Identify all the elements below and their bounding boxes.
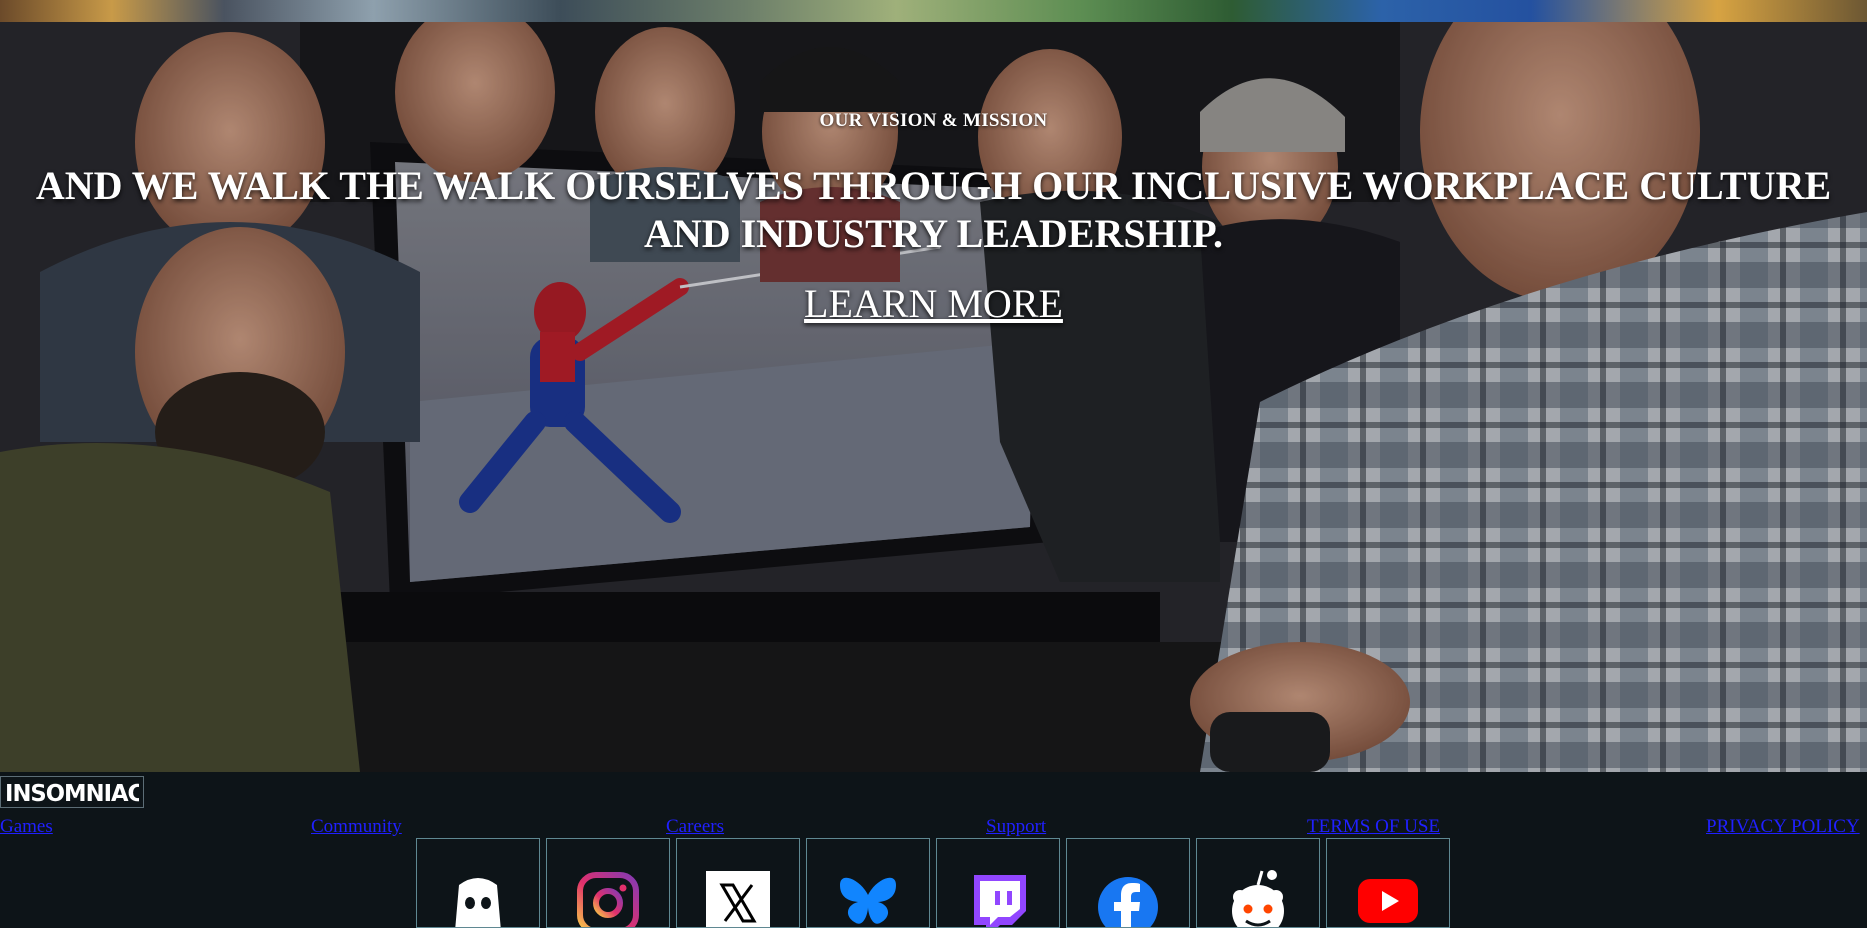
- hero-eyebrow: OUR VISION & MISSION: [819, 110, 1048, 131]
- facebook-icon: [1098, 877, 1158, 927]
- discord-link[interactable]: [416, 838, 540, 928]
- vision-mission-hero: OUR VISION & MISSION AND WE WALK THE WAL…: [0, 22, 1867, 772]
- previous-section-image-strip: [0, 0, 1867, 22]
- youtube-link[interactable]: [1326, 838, 1450, 928]
- footer-link-privacy[interactable]: PRIVACY POLICY: [1706, 816, 1860, 838]
- bluesky-icon: [840, 877, 896, 924]
- logo-wordmark: INSOMNIAC: [5, 781, 139, 806]
- facebook-link[interactable]: [1066, 838, 1190, 928]
- twitch-link[interactable]: [936, 838, 1060, 928]
- footer-link-games[interactable]: Games: [0, 816, 53, 838]
- footer-link-terms[interactable]: TERMS OF USE: [1307, 816, 1440, 838]
- svg-text:INSOMNIAC: INSOMNIAC: [5, 781, 139, 806]
- site-footer: INSOMNIAC Games Community Careers Suppor…: [0, 772, 1867, 919]
- hero-cta: LEARN MORE: [0, 280, 1867, 327]
- instagram-icon: [577, 872, 639, 927]
- hero-overlay: [0, 22, 1867, 772]
- bluesky-link[interactable]: [806, 838, 930, 928]
- learn-more-link[interactable]: LEARN MORE: [804, 281, 1063, 326]
- x-icon: [706, 871, 770, 927]
- reddit-link[interactable]: [1196, 838, 1320, 928]
- twitch-icon: [974, 875, 1026, 927]
- hero-headline: AND WE WALK THE WALK OURSELVES THROUGH O…: [35, 163, 1832, 256]
- x-link[interactable]: [676, 838, 800, 928]
- youtube-icon: [1358, 879, 1418, 923]
- footer-link-community[interactable]: Community: [311, 816, 402, 838]
- discord-icon: [455, 878, 501, 927]
- insomniac-logo[interactable]: INSOMNIAC: [0, 776, 144, 808]
- footer-link-careers[interactable]: Careers: [666, 816, 724, 838]
- instagram-link[interactable]: [546, 838, 670, 928]
- footer-link-support[interactable]: Support: [986, 816, 1046, 838]
